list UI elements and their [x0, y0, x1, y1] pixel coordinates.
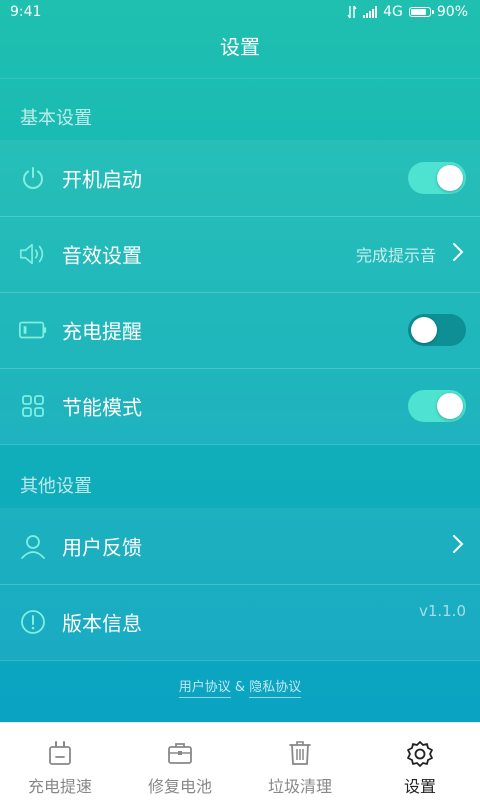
- row-feedback[interactable]: 用户反馈: [0, 508, 480, 585]
- row-startup[interactable]: 开机启动: [0, 140, 480, 217]
- sound-value: 完成提示音: [355, 246, 436, 265]
- row-charge-reminder-label: 充电提醒: [62, 319, 142, 344]
- row-sound-label: 音效设置: [62, 243, 142, 268]
- settings-screen: 9:41 4G 90% 设置 基本设置 开机启动 音效设置 完成提示音 充电提醒…: [0, 0, 480, 722]
- row-sound-settings[interactable]: 音效设置 完成提示音: [0, 216, 480, 293]
- charge-reminder-toggle[interactable]: [408, 314, 466, 346]
- section-basic-settings: 基本设置: [20, 108, 92, 129]
- row-feedback-label: 用户反馈: [62, 535, 142, 560]
- links-separator: &: [234, 680, 246, 695]
- tab-repair-battery[interactable]: 修复电池: [120, 723, 240, 800]
- user-agreement-link[interactable]: 用户协议: [178, 680, 231, 698]
- startup-toggle[interactable]: [408, 162, 466, 194]
- tab-settings[interactable]: 设置: [360, 723, 480, 800]
- row-version-label: 版本信息: [62, 611, 142, 636]
- toggle-knob: [411, 317, 437, 343]
- toggle-knob: [437, 165, 463, 191]
- toolbox-icon: [166, 739, 194, 771]
- row-charge-reminder[interactable]: 充电提醒: [0, 292, 480, 369]
- status-time: 9:41: [10, 4, 42, 20]
- power-icon: [18, 163, 48, 193]
- battery-outline-icon: [18, 315, 48, 345]
- chevron-right-icon: [452, 534, 464, 558]
- row-power-save[interactable]: 节能模式: [0, 368, 480, 445]
- toggle-knob: [437, 393, 463, 419]
- power-save-toggle[interactable]: [408, 390, 466, 422]
- section-other-settings: 其他设置: [20, 476, 92, 497]
- tab-label: 修复电池: [147, 777, 212, 796]
- trash-icon: [286, 739, 314, 771]
- tab-junk-clean[interactable]: 垃圾清理: [240, 723, 360, 800]
- speaker-icon: [18, 239, 48, 269]
- row-power-save-label: 节能模式: [62, 395, 142, 420]
- battery-icon: [408, 7, 434, 17]
- bottom-tab-bar: 充电提速 修复电池 垃圾清理 设置: [0, 722, 480, 800]
- privacy-policy-link[interactable]: 隐私协议: [249, 680, 302, 698]
- data-transfer-icon: [347, 5, 357, 19]
- row-startup-label: 开机启动: [62, 167, 142, 192]
- charger-icon: [46, 739, 74, 771]
- tab-charge-boost[interactable]: 充电提速: [0, 723, 120, 800]
- user-icon: [18, 531, 48, 561]
- grid-icon: [18, 391, 48, 421]
- info-alert-icon: [18, 607, 48, 637]
- chevron-right-icon: [452, 242, 464, 266]
- tab-label: 垃圾清理: [267, 777, 332, 796]
- status-bar: 9:41 4G 90%: [0, 0, 480, 26]
- signal-icon: [363, 6, 378, 18]
- gear-icon: [405, 739, 435, 773]
- status-indicators: 4G 90%: [347, 4, 468, 20]
- legal-links: 用户协议 & 隐私协议: [0, 676, 480, 698]
- page-title: 设置: [0, 26, 480, 79]
- tab-label: 充电提速: [27, 777, 92, 796]
- battery-percent: 90%: [436, 4, 468, 20]
- network-type: 4G: [383, 4, 403, 20]
- tab-label: 设置: [403, 777, 436, 796]
- version-number: v1.1.0: [418, 602, 466, 620]
- row-version-info[interactable]: 版本信息 v1.1.0: [0, 584, 480, 661]
